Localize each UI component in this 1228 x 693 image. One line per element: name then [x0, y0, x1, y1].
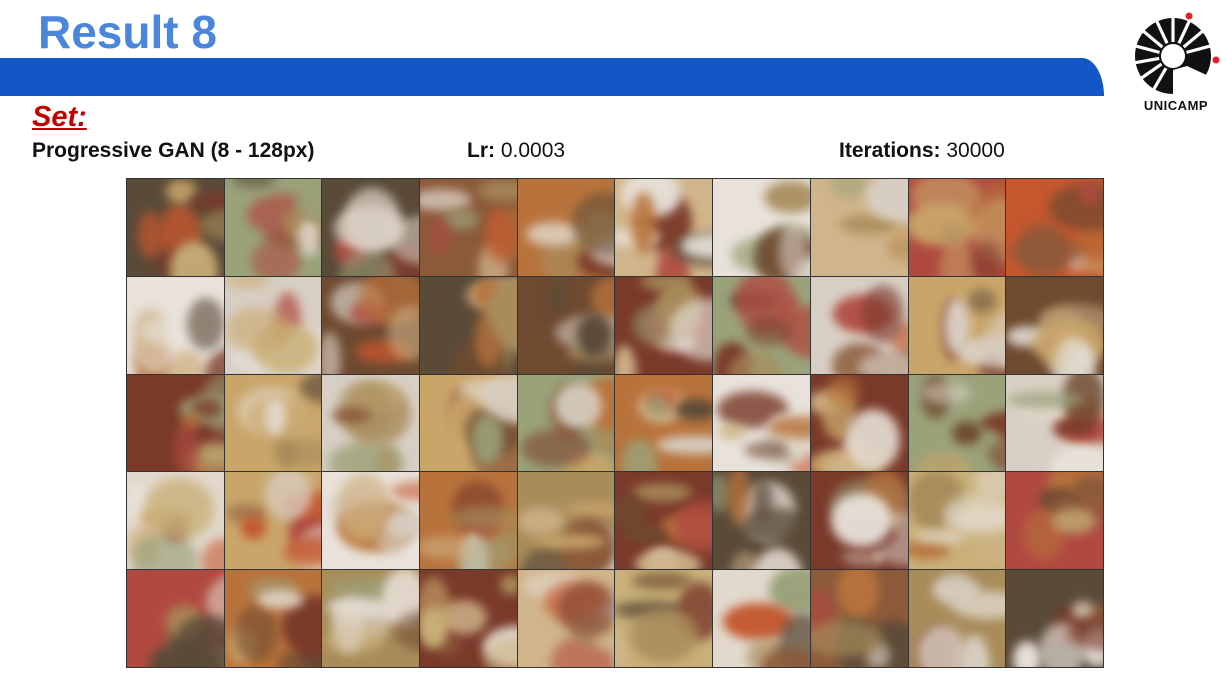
sample-image [713, 472, 810, 570]
sample-image [1006, 374, 1103, 472]
iterations-value: 30000 [946, 139, 1005, 162]
sample-image [1006, 472, 1103, 570]
sample-image [615, 374, 713, 472]
sample-image [420, 179, 517, 276]
header-bar [0, 58, 1104, 96]
sample-image [615, 472, 713, 570]
sample-image [420, 276, 517, 374]
unicamp-logo-text: UNICAMP [1143, 98, 1209, 113]
set-label: Set: [32, 101, 87, 133]
sample-image [322, 472, 420, 570]
iterations: Iterations: 30000 [839, 138, 1005, 164]
sample-image [322, 179, 420, 276]
sample-image [224, 276, 322, 374]
sample-image [322, 276, 420, 374]
sample-image [810, 179, 908, 276]
sample-image [713, 276, 810, 374]
sample-image [224, 570, 322, 667]
sample-image [517, 179, 615, 276]
model-name: Progressive GAN (8 - 128px) [32, 138, 314, 164]
sample-image [517, 276, 615, 374]
slide-title: Result 8 [38, 6, 217, 58]
model-name-text: Progressive GAN (8 - 128px) [32, 139, 315, 162]
sample-image [1006, 276, 1103, 374]
sample-image [420, 374, 517, 472]
sample-image [1006, 570, 1103, 667]
lr-label: Lr: [467, 139, 495, 162]
learning-rate: Lr: 0.0003 [467, 138, 565, 164]
sample-image [127, 276, 224, 374]
sample-image [615, 179, 713, 276]
sample-image [713, 570, 810, 667]
sample-image [127, 472, 224, 570]
sample-image [810, 570, 908, 667]
sample-image [908, 179, 1006, 276]
sample-image [908, 472, 1006, 570]
generated-samples-grid [126, 178, 1104, 668]
sample-image [713, 374, 810, 472]
sample-image [127, 374, 224, 472]
sample-image [420, 570, 517, 667]
sample-image [517, 374, 615, 472]
sample-image [517, 570, 615, 667]
sample-image [713, 179, 810, 276]
sample-image [1006, 179, 1103, 276]
sample-image [810, 472, 908, 570]
sample-image [322, 570, 420, 667]
sample-image [224, 179, 322, 276]
sample-image [810, 276, 908, 374]
sample-image [224, 472, 322, 570]
sample-image [322, 374, 420, 472]
sample-image [908, 570, 1006, 667]
sample-image [908, 374, 1006, 472]
sample-image [127, 179, 224, 276]
sample-image [420, 472, 517, 570]
sample-image [615, 570, 713, 667]
lr-value: 0.0003 [500, 139, 566, 162]
sample-image [127, 570, 224, 667]
iterations-label: Iterations: [839, 139, 941, 162]
sample-image [810, 374, 908, 472]
sample-image [615, 276, 713, 374]
sample-image [908, 276, 1006, 374]
sample-image [517, 472, 615, 570]
sample-image [224, 374, 322, 472]
